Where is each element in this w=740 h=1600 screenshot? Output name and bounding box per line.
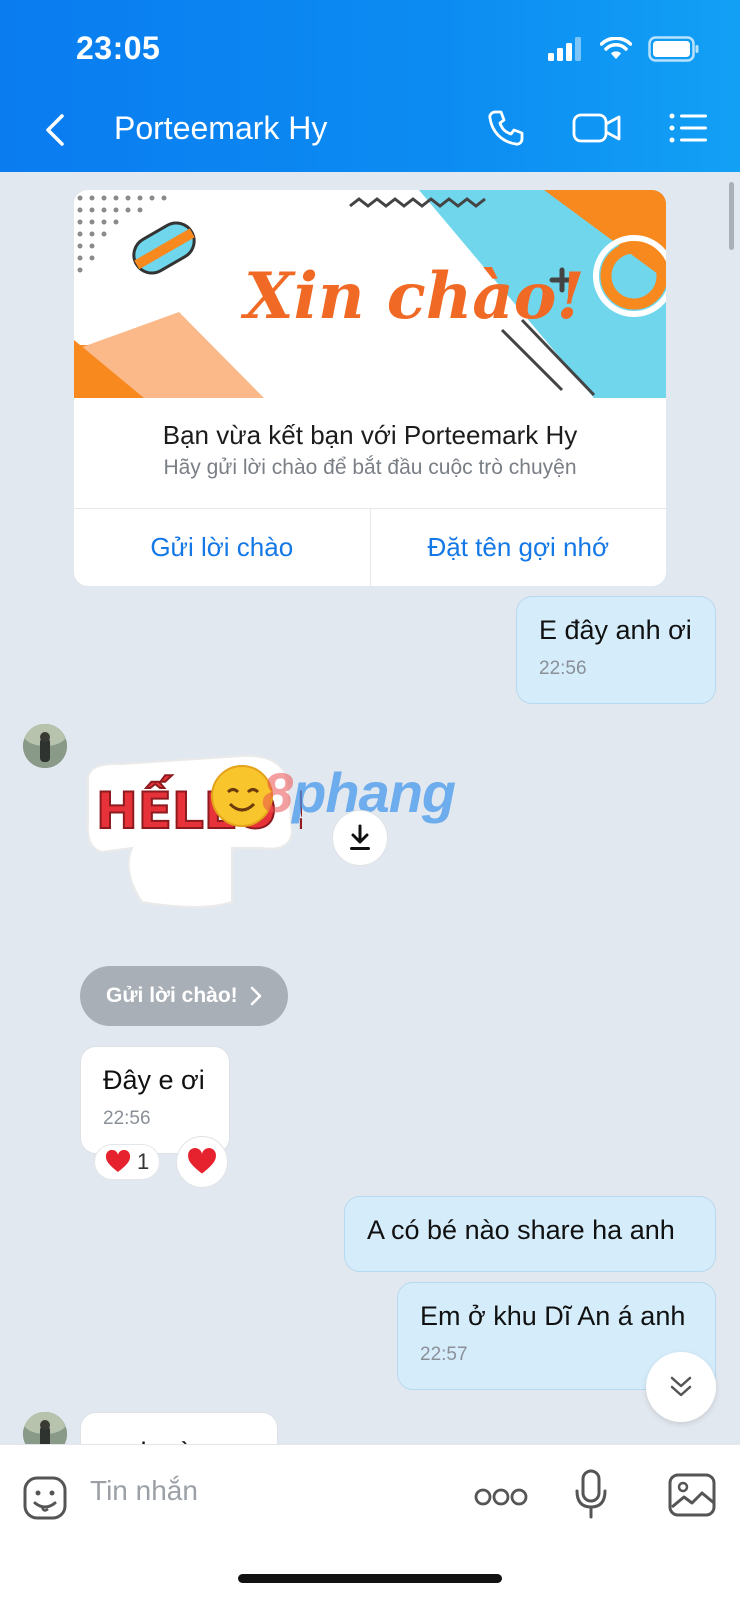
greeting-banner-art: Xin chào! — [74, 190, 666, 398]
set-nickname-button[interactable]: Đặt tên gợi nhớ — [369, 509, 667, 586]
chat-title[interactable]: Porteemark Hy — [114, 110, 327, 147]
heart-icon — [105, 1150, 131, 1172]
heart-icon — [188, 1148, 216, 1174]
menu-list-icon[interactable] — [668, 111, 708, 145]
message-time: 22:57 — [420, 1344, 468, 1365]
microphone-icon[interactable] — [574, 1469, 608, 1521]
phone-icon[interactable] — [486, 108, 526, 148]
scroll-to-bottom-button[interactable] — [646, 1352, 716, 1422]
message-text: E đây anh ơi — [539, 615, 692, 645]
gallery-image-icon[interactable] — [668, 1473, 716, 1517]
battery-icon — [648, 36, 699, 62]
chat-scrollbar[interactable] — [729, 182, 734, 250]
status-time: 23:05 — [76, 30, 161, 66]
signal-icon — [548, 37, 581, 61]
video-call-icon[interactable] — [572, 110, 622, 146]
reaction-count: 1 — [137, 1149, 150, 1174]
contact-avatar[interactable] — [23, 724, 67, 768]
message-bubble-sent[interactable]: A có bé nào share ha anh — [344, 1196, 716, 1272]
greeting-actions: Gửi lời chào Đặt tên gợi nhớ — [74, 508, 666, 586]
greeting-card: Xin chào! Bạn vừa kết bạn với Porteemark… — [74, 190, 666, 586]
sticker-emoji-icon[interactable] — [22, 1475, 68, 1521]
home-indicator[interactable] — [238, 1574, 502, 1583]
message-bubble-sent[interactable]: E đây anh ơi 22:56 — [516, 596, 716, 704]
greeting-title: Bạn vừa kết bạn với Porteemark Hy — [162, 420, 578, 450]
chip-label: Gửi lời chào! — [106, 984, 238, 1007]
header-actions — [486, 108, 708, 148]
greeting-banner-text: Xin chào! — [240, 259, 585, 334]
message-input[interactable]: Tin nhắn — [90, 1475, 198, 1507]
send-greeting-chip[interactable]: Gửi lời chào! — [80, 966, 288, 1026]
message-text: Em ở khu Dĩ An á anh — [420, 1301, 686, 1331]
greeting-subtitle: Hãy gửi lời chào để bắt đầu cuộc trò chu… — [163, 456, 577, 479]
message-text: A có bé nào share ha anh — [367, 1215, 675, 1245]
message-time: 22:56 — [103, 1108, 151, 1129]
send-greeting-button[interactable]: Gửi lời chào — [74, 509, 370, 586]
back-icon[interactable] — [40, 110, 70, 150]
status-icons — [548, 36, 700, 62]
download-button[interactable] — [332, 810, 388, 866]
double-chevron-down-icon — [670, 1376, 692, 1397]
more-options-icon[interactable] — [474, 1487, 528, 1507]
reaction-summary[interactable]: 1 — [94, 1144, 161, 1180]
message-text: Đây e ơi — [103, 1065, 205, 1095]
message-time: 22:56 — [539, 658, 587, 679]
greeting-banner: Xin chào! — [74, 190, 666, 398]
download-icon — [350, 824, 370, 850]
app-header: 23:05 Porteemark Hy — [0, 0, 740, 172]
avatar-photo — [23, 724, 67, 768]
chevron-right-icon — [250, 986, 261, 1006]
wifi-icon — [600, 37, 632, 59]
react-heart-button[interactable] — [176, 1136, 228, 1188]
